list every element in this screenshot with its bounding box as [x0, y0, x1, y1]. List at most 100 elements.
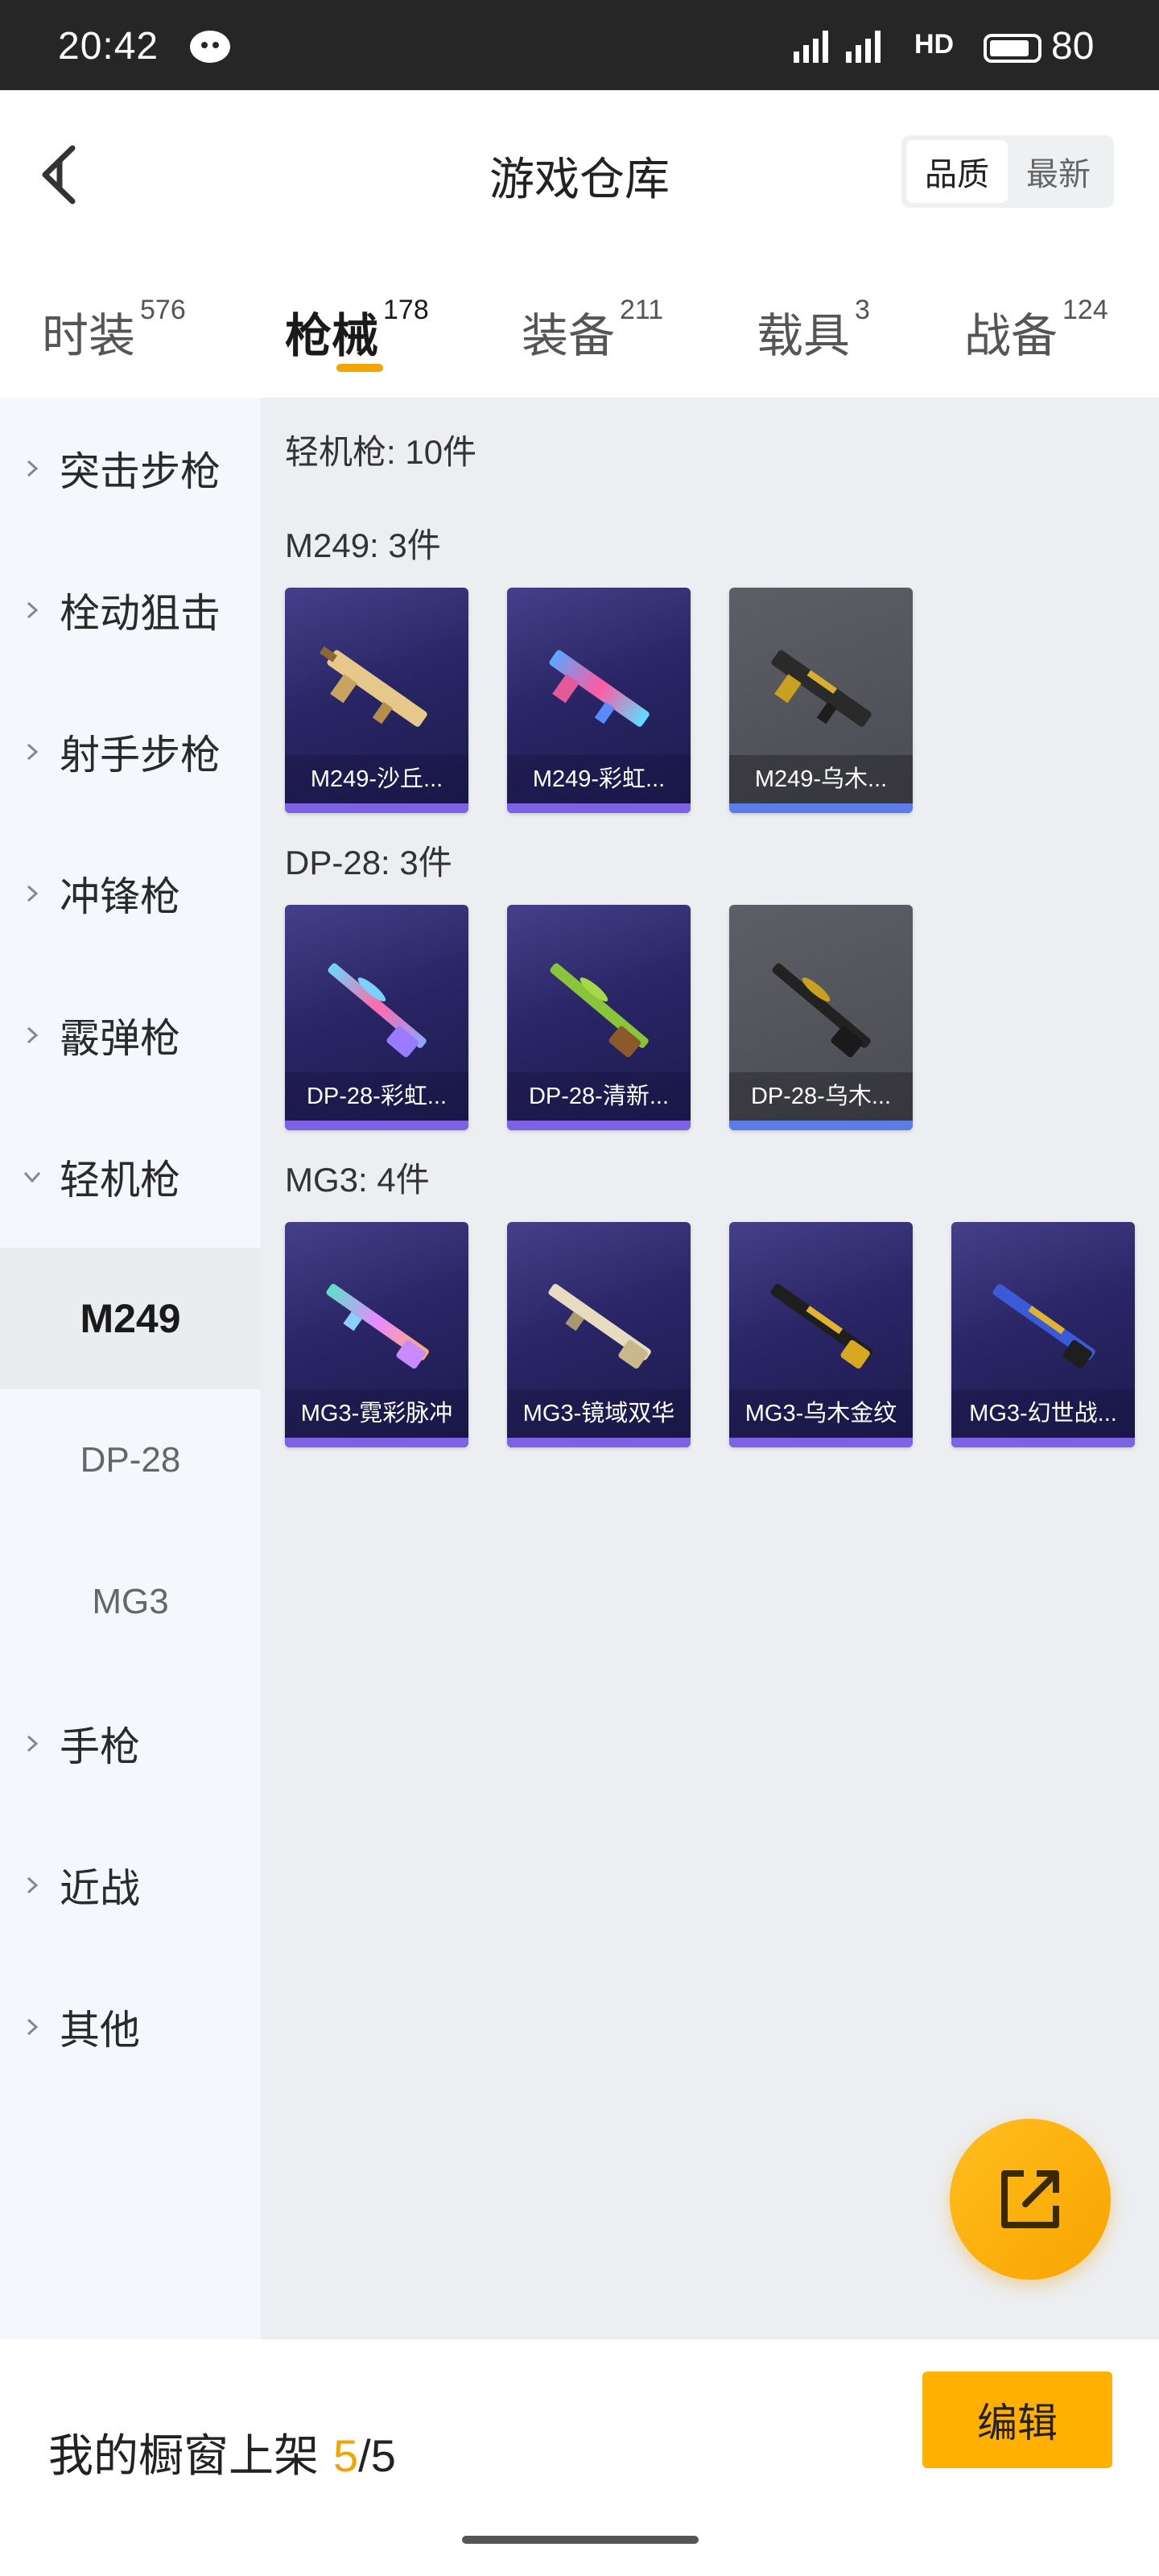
sidebar-item-lmg[interactable]: 轻机枪 [0, 1106, 261, 1248]
showcase-current-count: 5 [333, 2430, 359, 2481]
group-title-mg3: MG3: 4件 [285, 1161, 430, 1199]
rarity-bar [285, 1121, 468, 1130]
sidebar-subitem-dp28[interactable]: DP-28 [0, 1389, 261, 1531]
tab-fashion[interactable]: 时装 576 [42, 295, 186, 365]
tab-firearms[interactable]: 枪械 178 [285, 295, 429, 365]
status-bar: 20:42 HD 80 [0, 0, 1159, 90]
rarity-bar [507, 1438, 691, 1447]
tab-equipment[interactable]: 装备 211 [522, 295, 663, 365]
weapon-card[interactable]: DP-28-彩虹... [285, 905, 468, 1130]
sidebar-item-bolt-action[interactable]: 栓动狙击 [0, 539, 261, 681]
weapon-skin-image [992, 1283, 1095, 1369]
chevron-right-icon [27, 2018, 39, 2036]
sort-quality-button[interactable]: 品质 [906, 140, 1008, 203]
weapon-card-name: M249-彩虹... [507, 755, 691, 803]
chevron-down-icon [23, 1171, 41, 1183]
tab-vehicles[interactable]: 载具 3 [757, 295, 870, 365]
weapon-skin-image [549, 650, 650, 727]
weapon-skin-image [770, 1283, 873, 1369]
sidebar-item-label: 射手步枪 [60, 733, 221, 778]
chevron-right-icon [27, 460, 39, 477]
weapon-card[interactable]: MG3-幻世战... [951, 1222, 1135, 1447]
weapon-card[interactable]: DP-28-清新... [507, 905, 691, 1130]
group-title-m249: M249: 3件 [285, 526, 441, 564]
weapon-card-name: DP-28-彩虹... [285, 1072, 468, 1121]
header: 游戏仓库 品质 最新 [0, 90, 1159, 255]
weapon-card[interactable]: MG3-乌木金纹 [729, 1222, 913, 1447]
rarity-bar [507, 803, 691, 813]
home-indicator [462, 2536, 699, 2544]
weapon-card[interactable]: M249-彩虹... [507, 588, 691, 813]
weapon-skin-image [326, 1283, 429, 1369]
sort-toggle: 品质 最新 [901, 135, 1114, 208]
sidebar-item-label: 近战 [60, 1866, 140, 1911]
share-button[interactable] [950, 2119, 1111, 2280]
sidebar-subitem-mg3[interactable]: MG3 [0, 1531, 261, 1673]
sidebar-item-pistol[interactable]: 手枪 [0, 1673, 261, 1814]
sidebar-item-assault-rifles[interactable]: 突击步枪 [0, 398, 261, 539]
chevron-right-icon [27, 885, 39, 902]
network-label: HD [914, 29, 955, 60]
rarity-bar [285, 803, 468, 813]
sidebar-item-label: 霰弹枪 [60, 1016, 180, 1061]
weapon-card[interactable]: MG3-霓彩脉冲 [285, 1222, 468, 1447]
showcase-status: 我的橱窗上架 5/5 [48, 2420, 396, 2485]
chevron-right-icon [27, 743, 39, 761]
sidebar-subitem-m249[interactable]: M249 [0, 1248, 261, 1389]
rarity-bar [729, 803, 913, 813]
sidebar-item-smg[interactable]: 冲锋枪 [0, 823, 261, 964]
weapon-card-name: MG3-乌木金纹 [729, 1389, 913, 1438]
sidebar-item-other[interactable]: 其他 [0, 1956, 261, 2098]
weapon-skin-image [328, 963, 427, 1058]
sidebar-item-shotgun[interactable]: 霰弹枪 [0, 964, 261, 1106]
rarity-bar [507, 1121, 691, 1130]
weapon-card-name: DP-28-乌木... [729, 1072, 913, 1121]
signal-icon [846, 27, 881, 63]
weapon-card-name: MG3-镜域双华 [507, 1389, 691, 1438]
rarity-bar [285, 1438, 468, 1447]
weapon-card-name: M249-沙丘... [285, 755, 468, 803]
sidebar-item-label: 手枪 [60, 1724, 140, 1769]
rarity-bar [951, 1438, 1135, 1447]
group-title-dp28: DP-28: 3件 [285, 844, 452, 881]
signal-icons [794, 27, 881, 63]
weapon-skin-image [319, 646, 427, 727]
status-time: 20:42 [58, 25, 159, 68]
showcase-total-count: /5 [358, 2430, 396, 2481]
sidebar-item-label: 其他 [60, 2008, 140, 2053]
weapon-card[interactable]: M249-乌木... [729, 588, 913, 813]
showcase-label: 我的橱窗上架 [48, 2430, 319, 2481]
weapon-card[interactable]: MG3-镜域双华 [507, 1222, 691, 1447]
weapon-card-name: MG3-幻世战... [951, 1389, 1135, 1438]
sidebar-item-label: 突击步枪 [60, 449, 221, 494]
weapon-card[interactable]: M249-沙丘... [285, 588, 468, 813]
sort-newest-button[interactable]: 最新 [1008, 140, 1109, 203]
weapon-skin-image [548, 1283, 651, 1369]
sidebar-item-label: 栓动狙击 [60, 591, 221, 636]
battery-level: 80 [1051, 25, 1095, 68]
weapon-skin-image [550, 963, 649, 1058]
weapon-skin-image [772, 963, 871, 1058]
weapon-card-name: M249-乌木... [729, 755, 913, 803]
sidebar-item-melee[interactable]: 近战 [0, 1814, 261, 1956]
edit-button[interactable]: 编辑 [922, 2372, 1112, 2468]
signal-icon [794, 27, 828, 63]
rarity-bar [729, 1438, 913, 1447]
battery-icon [984, 34, 1041, 63]
weapon-skin-image [771, 650, 872, 727]
sidebar-item-label: 冲锋枪 [60, 874, 180, 919]
category-tabs: 时装 576 枪械 178 装备 211 载具 3 战备 124 [0, 274, 1159, 386]
chevron-right-icon [27, 1026, 39, 1044]
rarity-bar [729, 1121, 913, 1130]
chevron-right-icon [27, 601, 39, 619]
category-summary: 轻机枪: 10件 [285, 433, 477, 471]
chevron-right-icon [27, 1735, 39, 1752]
sidebar-item-label: 轻机枪 [60, 1158, 180, 1203]
tab-supplies[interactable]: 战备 124 [964, 295, 1108, 365]
bottom-bar: 我的橱窗上架 5/5 编辑 [0, 2339, 1159, 2576]
weapon-card-name: MG3-霓彩脉冲 [285, 1389, 468, 1438]
chevron-right-icon [27, 1876, 39, 1894]
weapon-card[interactable]: DP-28-乌木... [729, 905, 913, 1130]
active-tab-indicator [336, 364, 383, 372]
sidebar-item-marksman[interactable]: 射手步枪 [0, 681, 261, 823]
